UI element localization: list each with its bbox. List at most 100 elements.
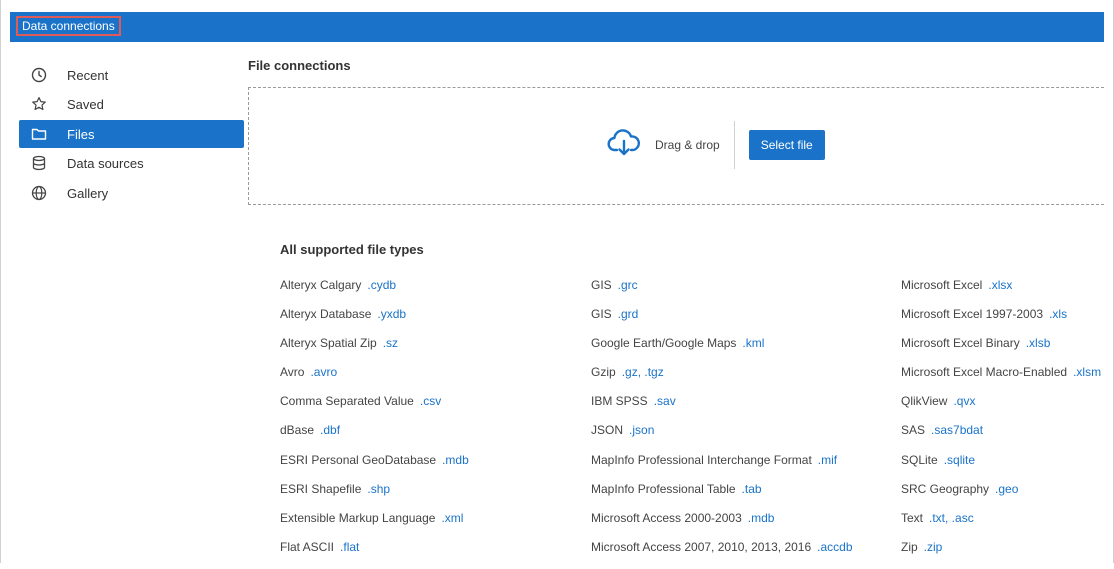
- title-bar: Data connections: [10, 12, 1104, 42]
- file-type-item: Flat ASCII .flat: [280, 540, 469, 569]
- file-type-name: dBase: [280, 423, 315, 438]
- file-type-name: Microsoft Excel Macro-Enabled: [901, 365, 1068, 380]
- file-type-extension: .qvx: [953, 394, 976, 409]
- file-type-extension: .mif: [817, 452, 838, 467]
- file-type-extension: .json: [629, 423, 655, 438]
- file-type-item: dBase .dbf: [280, 423, 469, 452]
- file-type-item: ESRI Shapefile .shp: [280, 482, 469, 511]
- select-file-button[interactable]: Select file: [748, 130, 825, 160]
- file-type-name: Flat ASCII: [280, 539, 335, 554]
- file-type-extension: .shp: [367, 481, 391, 496]
- file-type-name: IBM SPSS: [591, 394, 648, 409]
- file-type-name: Alteryx Database: [280, 307, 372, 322]
- file-type-item: GIS .grd: [591, 307, 853, 336]
- file-type-name: GIS: [591, 307, 612, 322]
- file-type-item: Zip .zip: [901, 540, 1101, 569]
- file-dropzone[interactable]: Drag & drop Select file: [248, 87, 1104, 205]
- sidebar-item-data-sources[interactable]: Data sources: [19, 149, 244, 177]
- sidebar-item-label: Saved: [67, 96, 104, 112]
- file-type-name: JSON: [591, 423, 624, 438]
- file-type-extension: .xlsb: [1025, 336, 1051, 351]
- file-type-name: Text: [901, 510, 924, 525]
- file-type-item: GIS .grc: [591, 278, 853, 307]
- file-type-extension: .xml: [441, 510, 464, 525]
- file-type-name: Comma Separated Value: [280, 394, 414, 409]
- file-type-item: QlikView .qvx: [901, 394, 1101, 423]
- file-type-item: Microsoft Excel 1997-2003 .xls: [901, 307, 1101, 336]
- file-type-extension: .gz, .tgz: [621, 365, 664, 380]
- sidebar-item-label: Data sources: [67, 155, 144, 171]
- sidebar-item-gallery[interactable]: Gallery: [19, 179, 244, 207]
- file-type-extension: .grc: [617, 278, 638, 292]
- file-type-extension: .sqlite: [943, 452, 976, 467]
- file-type-extension: .dbf: [320, 423, 341, 438]
- file-types-title: All supported file types: [280, 242, 424, 257]
- file-type-item: MapInfo Professional Table .tab: [591, 482, 853, 511]
- file-type-name: Extensible Markup Language: [280, 510, 436, 525]
- file-type-name: SRC Geography: [901, 481, 990, 496]
- file-type-item: JSON .json: [591, 423, 853, 452]
- file-type-name: QlikView: [901, 394, 948, 409]
- file-type-name: Gzip: [591, 365, 616, 380]
- file-type-name: ESRI Personal GeoDatabase: [280, 452, 437, 467]
- file-type-name: Microsoft Excel Binary: [901, 336, 1020, 351]
- file-type-item: Google Earth/Google Maps .kml: [591, 336, 853, 365]
- file-type-extension: .kml: [742, 336, 765, 351]
- section-title: File connections: [248, 58, 351, 73]
- file-type-item: Alteryx Spatial Zip .sz: [280, 336, 469, 365]
- file-type-name: Alteryx Spatial Zip: [280, 336, 377, 351]
- file-type-extension: .xls: [1049, 307, 1068, 322]
- file-type-item: Extensible Markup Language .xml: [280, 511, 469, 540]
- file-type-item: Microsoft Access 2007, 2010, 2013, 2016.…: [591, 540, 853, 569]
- sidebar: Recent Saved Files Data sources Gallery: [10, 42, 244, 563]
- cloud-download-icon: [607, 128, 641, 163]
- file-type-extension: .zip: [923, 539, 943, 554]
- database-icon: [30, 154, 48, 172]
- file-type-extension: .sav: [653, 394, 676, 409]
- file-type-name: Zip: [901, 539, 918, 554]
- file-type-item: Microsoft Access 2000-2003 .mdb: [591, 511, 853, 540]
- folder-icon: [30, 125, 48, 143]
- file-type-extension: .xlsm: [1073, 365, 1102, 380]
- file-type-extension: .csv: [419, 394, 442, 409]
- file-type-extension: .xlsx: [988, 278, 1013, 292]
- file-type-extension: .sz: [382, 336, 399, 351]
- file-type-name: Microsoft Access 2000-2003: [591, 510, 742, 525]
- file-types-column-3: Microsoft Excel .xlsx Microsoft Excel 1997…: [901, 278, 1101, 569]
- file-type-extension: .mdb: [747, 510, 775, 525]
- sidebar-item-files[interactable]: Files: [19, 120, 244, 148]
- file-type-name: Alteryx Calgary: [280, 278, 362, 292]
- file-type-extension: .grd: [617, 307, 639, 322]
- file-type-extension: .mdb: [442, 452, 469, 467]
- sidebar-item-recent[interactable]: Recent: [19, 61, 244, 89]
- star-icon: [30, 95, 48, 113]
- divider: [733, 121, 735, 169]
- file-type-item: Text .txt, .asc: [901, 511, 1101, 540]
- file-type-name: Avro: [280, 365, 305, 380]
- file-type-item: Microsoft Excel .xlsx: [901, 278, 1101, 307]
- file-type-extension: .geo: [995, 481, 1019, 496]
- sidebar-item-saved[interactable]: Saved: [19, 90, 244, 118]
- file-type-extension: .avro: [310, 365, 338, 380]
- clock-icon: [30, 66, 48, 84]
- file-type-item: Gzip .gz, .tgz: [591, 365, 853, 394]
- file-type-item: MapInfo Professional Interchange Format.…: [591, 453, 853, 482]
- file-type-name: GIS: [591, 278, 612, 292]
- sidebar-item-label: Gallery: [67, 185, 109, 201]
- file-type-extension: .accdb: [817, 539, 853, 554]
- file-type-item: Avro .avro: [280, 365, 469, 394]
- file-type-extension: .txt, .asc: [929, 510, 974, 525]
- file-type-extension: .cydb: [367, 278, 397, 292]
- file-type-item: SAS .sas7bdat: [901, 423, 1101, 452]
- file-type-item: SRC Geography .geo: [901, 482, 1101, 511]
- file-type-extension: .flat: [340, 539, 360, 554]
- file-type-name: MapInfo Professional Interchange Format: [591, 452, 812, 467]
- file-type-name: Microsoft Excel: [901, 278, 983, 292]
- file-type-item: SQLite .sqlite: [901, 453, 1101, 482]
- file-type-item: IBM SPSS .sav: [591, 394, 853, 423]
- file-type-name: Microsoft Excel 1997-2003: [901, 307, 1044, 322]
- sidebar-item-label: Recent: [67, 67, 109, 83]
- file-type-item: Alteryx Database .yxdb: [280, 307, 469, 336]
- file-type-name: ESRI Shapefile: [280, 481, 362, 496]
- file-type-item: Alteryx Calgary .cydb: [280, 278, 469, 307]
